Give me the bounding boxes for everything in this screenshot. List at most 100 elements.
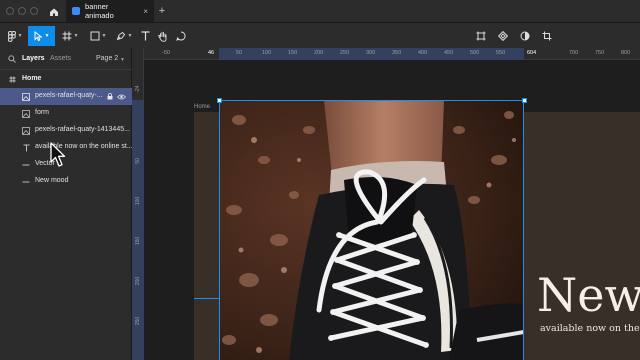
layer-row[interactable]: pexels-rafael-quaty-1413445... xyxy=(0,122,132,139)
crop-icon xyxy=(542,31,552,41)
image-icon xyxy=(22,126,30,135)
subline-text[interactable]: available now on the xyxy=(540,323,640,334)
frame-tool-button[interactable]: ▼ xyxy=(58,26,82,46)
chevron-down-icon: ▼ xyxy=(17,33,23,39)
chevron-down-icon[interactable]: ▼ xyxy=(120,57,125,63)
cursor-arrow-icon xyxy=(34,31,43,41)
contrast-circle-icon xyxy=(520,31,530,41)
frame-label[interactable]: Home xyxy=(194,104,210,110)
main-menu-button[interactable]: ▼ xyxy=(4,26,26,46)
resize-handle-top-right[interactable] xyxy=(522,98,527,103)
layers-panel: Layers Assets Page 2 ▼ Home pexels-rafae… xyxy=(0,48,133,360)
layer-row[interactable]: pexels-rafael-quaty-... xyxy=(0,88,132,105)
ruler-tick-label: 700 xyxy=(569,50,579,56)
window-zoom-dot[interactable] xyxy=(30,7,38,15)
hand-tool-button[interactable] xyxy=(156,26,170,46)
chevron-down-icon: ▼ xyxy=(44,33,50,39)
ruler-tick-label: 50 xyxy=(135,158,141,164)
frame-hash-icon xyxy=(62,31,72,41)
headline-text[interactable]: New xyxy=(537,268,640,322)
photo-illustration xyxy=(219,100,524,360)
ruler-tick-label: 300 xyxy=(366,50,376,56)
home-tab[interactable] xyxy=(44,3,64,20)
ruler-tick-label: 250 xyxy=(340,50,350,56)
layer-name: pexels-rafael-quaty-1413445... xyxy=(35,126,130,133)
component-diamond-icon xyxy=(498,31,508,41)
ruler-tick-label: 800 xyxy=(621,50,631,56)
pen-icon xyxy=(116,31,125,41)
design-canvas[interactable]: Home New available now on the xyxy=(144,60,640,360)
close-tab-icon[interactable]: × xyxy=(143,7,148,16)
resize-handle-top-left[interactable] xyxy=(217,98,222,103)
layer-row[interactable]: New mood xyxy=(0,173,132,190)
layer-name: form xyxy=(35,109,49,116)
window-close-dot[interactable] xyxy=(6,7,14,15)
eye-icon[interactable] xyxy=(117,94,126,100)
frame-row-label: Home xyxy=(22,75,42,82)
horizontal-ruler: -50 46 50 100 150 200 250 300 350 400 45… xyxy=(144,48,640,60)
file-tab-name: banner animado xyxy=(85,2,114,20)
image-icon xyxy=(22,92,30,101)
layer-name: New mood xyxy=(35,177,69,184)
ruler-tick-label: 400 xyxy=(418,50,428,56)
pen-tool-button[interactable]: ▼ xyxy=(112,26,136,46)
component-button[interactable] xyxy=(496,26,510,46)
comment-tool-button[interactable] xyxy=(174,26,188,46)
crop-frame-icon xyxy=(476,31,486,41)
ruler-tick-label: 150 xyxy=(288,50,298,56)
ruler-tick-label: 500 xyxy=(470,50,480,56)
toolbar: ▼ ▼ ▼ ▼ ▼ xyxy=(0,22,640,48)
sneaker-photo[interactable] xyxy=(219,100,524,360)
ruler-tick-label: -24 xyxy=(135,85,141,93)
ruler-tick-label: 46 xyxy=(208,50,215,56)
text-tool-button[interactable] xyxy=(138,26,152,46)
search-icon[interactable] xyxy=(8,55,16,63)
figma-file-icon xyxy=(72,7,80,15)
chevron-down-icon: ▼ xyxy=(127,33,133,39)
figma-logo-icon xyxy=(7,30,16,42)
comment-bubble-icon xyxy=(176,31,186,41)
ruler-tick-label: 200 xyxy=(135,276,141,286)
text-t-icon xyxy=(141,31,149,41)
smart-guide-line xyxy=(194,298,219,299)
ruler-tick-label: 50 xyxy=(236,50,243,56)
mouse-pointer-icon xyxy=(50,142,66,167)
layer-name: pexels-rafael-quaty-... xyxy=(35,92,103,99)
ruler-tick-label: 100 xyxy=(135,196,141,206)
frame-row-home[interactable]: Home xyxy=(0,72,132,88)
create-component-button[interactable] xyxy=(474,26,488,46)
ruler-tick-label: 604 xyxy=(527,50,537,56)
line-icon xyxy=(22,177,30,186)
chevron-down-icon: ▼ xyxy=(73,33,79,39)
ruler-tick-label: 250 xyxy=(135,316,141,326)
layer-row[interactable]: Vector 1 xyxy=(0,156,132,173)
layer-row[interactable]: form xyxy=(0,105,132,122)
ruler-tick-label: 200 xyxy=(314,50,324,56)
tab-assets[interactable]: Assets xyxy=(50,55,71,62)
shape-tool-button[interactable]: ▼ xyxy=(86,26,110,46)
frame-hash-icon xyxy=(9,76,16,83)
ruler-tick-label: 450 xyxy=(444,50,454,56)
vertical-ruler: -24 50 100 150 200 250 xyxy=(132,48,144,360)
page-selector[interactable]: Page 2 xyxy=(96,55,118,62)
text-icon xyxy=(22,143,30,152)
hand-icon xyxy=(158,31,167,42)
tab-layers[interactable]: Layers xyxy=(22,55,45,62)
chevron-down-icon: ▼ xyxy=(101,33,107,39)
window-minimize-dot[interactable] xyxy=(18,7,26,15)
rectangle-icon xyxy=(90,31,100,41)
layer-row[interactable]: available now on the online st... xyxy=(0,139,133,156)
crop-button[interactable] xyxy=(540,26,554,46)
new-tab-button[interactable]: + xyxy=(155,3,169,19)
ruler-tick-label: 750 xyxy=(595,50,605,56)
lock-icon[interactable] xyxy=(107,93,113,100)
title-bar: banner animado × + xyxy=(0,0,640,22)
file-tab[interactable]: banner animado × xyxy=(66,0,154,22)
home-icon xyxy=(50,8,58,16)
ruler-tick-label: 350 xyxy=(392,50,402,56)
image-icon xyxy=(22,109,30,118)
mask-button[interactable] xyxy=(518,26,532,46)
ruler-tick-label: 550 xyxy=(496,50,506,56)
panel-tabs: Layers Assets Page 2 ▼ xyxy=(0,48,132,70)
move-tool-button[interactable]: ▼ xyxy=(28,26,55,46)
